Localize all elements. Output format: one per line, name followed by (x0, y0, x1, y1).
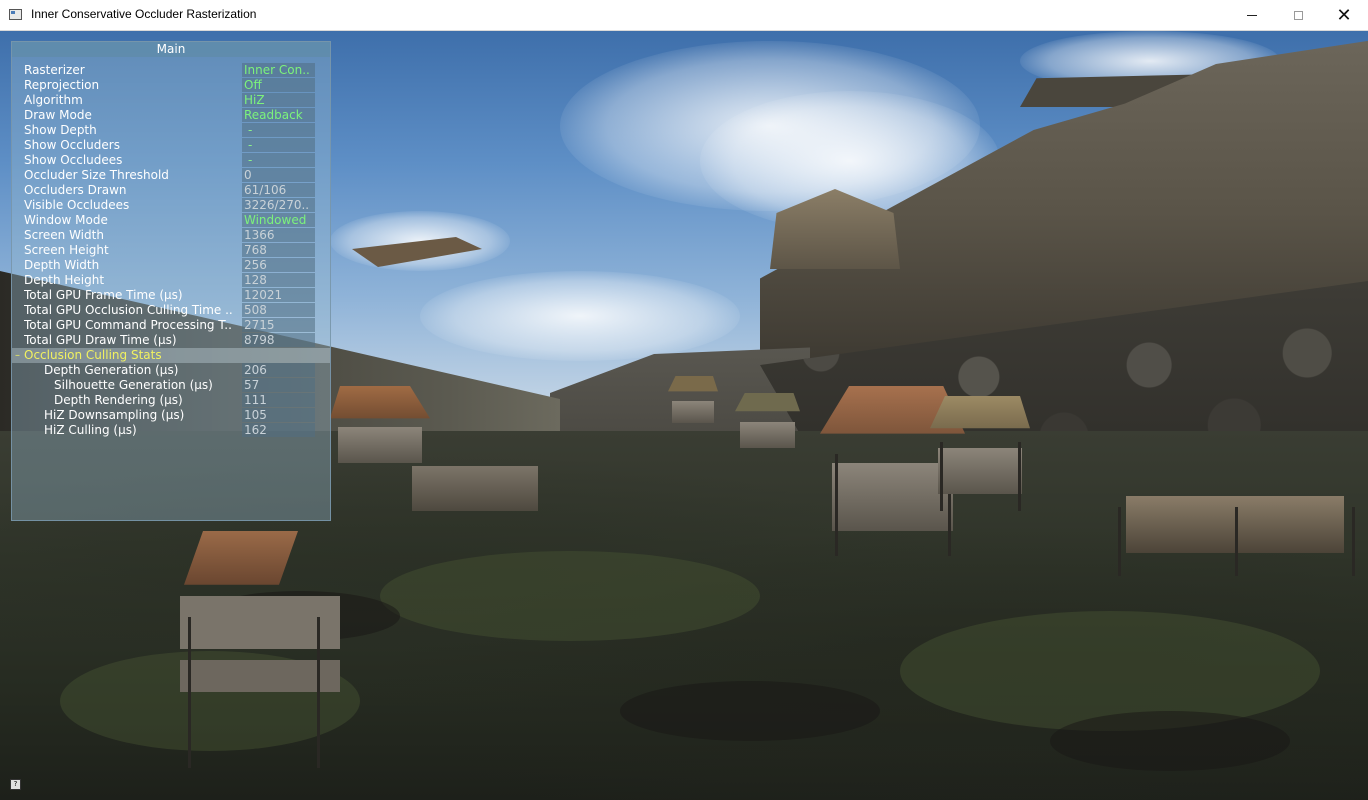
stat-label: Visible Occludees (24, 198, 130, 212)
stat-value: 206 (242, 363, 315, 377)
occlusion-culling-stats-group[interactable]: – Occlusion Culling Stats (12, 348, 330, 363)
stat-row-gpu-frame-time: Total GPU Frame Time (µs) 12021 (12, 288, 330, 303)
maximize-button[interactable] (1275, 0, 1321, 30)
stat-label: Depth Rendering (µs) (54, 393, 183, 407)
stat-value: 111 (242, 393, 315, 407)
stat-label: Total GPU Frame Time (µs) (24, 288, 183, 302)
setting-row-occluder-size-threshold[interactable]: Occluder Size Threshold 0 (12, 168, 330, 183)
window-title: Inner Conservative Occluder Rasterizatio… (31, 7, 257, 21)
setting-value[interactable]: Off (242, 78, 315, 92)
settings-panel[interactable]: Main Rasterizer Inner Con.. Reprojection O… (11, 41, 331, 521)
stat-row-screen-width: Screen Width 1366 (12, 228, 330, 243)
setting-label: Show Occludees (24, 153, 123, 167)
title-bar: Inner Conservative Occluder Rasterizatio… (0, 0, 1368, 31)
stat-label: Total GPU Occlusion Culling Time .. (24, 303, 233, 317)
checkbox-show-depth[interactable]: - (242, 123, 315, 137)
setting-label: Reprojection (24, 78, 100, 92)
stat-label: Depth Height (24, 273, 105, 287)
maximize-icon (1293, 10, 1303, 20)
setting-label: Draw Mode (24, 108, 92, 122)
stat-value: 1366 (242, 228, 315, 242)
stat-row-hiz-culling: HiZ Culling (µs) 162 (12, 423, 330, 438)
stat-label: Depth Generation (µs) (44, 363, 179, 377)
stat-value: 508 (242, 303, 315, 317)
stat-value: 12021 (242, 288, 315, 302)
market-stall (165, 531, 355, 768)
setting-value[interactable]: 0 (242, 168, 315, 182)
stat-value: 128 (242, 273, 315, 287)
setting-row-draw-mode[interactable]: Draw Mode Readback (12, 108, 330, 123)
setting-label: Window Mode (24, 213, 108, 227)
minimize-button[interactable] (1229, 0, 1275, 30)
stat-row-screen-height: Screen Height 768 (12, 243, 330, 258)
settings-list: Rasterizer Inner Con.. Reprojection Off Al… (12, 63, 330, 438)
market-stall (735, 393, 800, 458)
setting-row-rasterizer[interactable]: Rasterizer Inner Con.. (12, 63, 330, 78)
setting-value[interactable]: Readback (242, 108, 315, 122)
setting-value[interactable]: Inner Con.. (242, 63, 315, 77)
stat-label: Screen Width (24, 228, 104, 242)
setting-label: Show Occluders (24, 138, 120, 152)
stat-row-visible-occludees: Visible Occludees 3226/270.. (12, 198, 330, 213)
panel-title[interactable]: Main (12, 42, 330, 57)
minimize-icon (1247, 14, 1257, 16)
stat-row-depth-width: Depth Width 256 (12, 258, 330, 273)
stat-label: Depth Width (24, 258, 100, 272)
setting-row-algorithm[interactable]: Algorithm HiZ (12, 93, 330, 108)
stat-value: 162 (242, 423, 315, 437)
setting-value[interactable]: HiZ (242, 93, 315, 107)
setting-value[interactable]: Windowed (242, 213, 315, 227)
stat-row-depth-height: Depth Height 128 (12, 273, 330, 288)
stat-value: 3226/270.. (242, 198, 315, 212)
close-icon: ✕ (1336, 5, 1352, 25)
close-button[interactable]: ✕ (1321, 0, 1367, 30)
setting-label: Algorithm (24, 93, 83, 107)
stat-value: 61/106 (242, 183, 315, 197)
stat-row-gpu-command-processing-time: Total GPU Command Processing T.. 2715 (12, 318, 330, 333)
stat-value: 2715 (242, 318, 315, 332)
setting-row-show-depth[interactable]: Show Depth - (12, 123, 330, 138)
stat-row-depth-rendering: Depth Rendering (µs) 111 (12, 393, 330, 408)
market-stall (1105, 461, 1365, 576)
stat-label: HiZ Culling (µs) (44, 423, 137, 437)
stat-row-silhouette-generation: Silhouette Generation (µs) 57 (12, 378, 330, 393)
stat-label: Screen Height (24, 243, 109, 257)
stat-label: HiZ Downsampling (µs) (44, 408, 185, 422)
stat-value: 8798 (242, 333, 315, 347)
stat-value: 768 (242, 243, 315, 257)
stat-label: Total GPU Command Processing T.. (24, 318, 232, 332)
setting-row-show-occludees[interactable]: Show Occludees - (12, 153, 330, 168)
market-stall (930, 396, 1030, 511)
setting-row-reprojection[interactable]: Reprojection Off (12, 78, 330, 93)
group-label: Occlusion Culling Stats (24, 348, 162, 362)
checkbox-show-occluders[interactable]: - (242, 138, 315, 152)
setting-label: Occluder Size Threshold (24, 168, 169, 182)
stat-row-gpu-occlusion-culling-time: Total GPU Occlusion Culling Time .. 508 (12, 303, 330, 318)
stat-value: 105 (242, 408, 315, 422)
app-icon[interactable] (9, 9, 22, 20)
market-stall (668, 376, 718, 431)
stat-row-occluders-drawn: Occluders Drawn 61/106 (12, 183, 330, 198)
setting-row-show-occluders[interactable]: Show Occluders - (12, 138, 330, 153)
stat-label: Total GPU Draw Time (µs) (24, 333, 177, 347)
setting-row-window-mode[interactable]: Window Mode Windowed (12, 213, 330, 228)
setting-label: Show Depth (24, 123, 97, 137)
stat-value: 57 (242, 378, 315, 392)
stat-row-depth-generation: Depth Generation (µs) 206 (12, 363, 330, 378)
stat-row-gpu-draw-time: Total GPU Draw Time (µs) 8798 (12, 333, 330, 348)
stat-value: 256 (242, 258, 315, 272)
checkbox-show-occludees[interactable]: - (242, 153, 315, 167)
market-cart (400, 451, 550, 526)
help-icon[interactable]: ? (10, 779, 21, 790)
stat-label: Occluders Drawn (24, 183, 127, 197)
stat-label: Silhouette Generation (µs) (54, 378, 213, 392)
setting-label: Rasterizer (24, 63, 85, 77)
stat-row-hiz-downsampling: HiZ Downsampling (µs) 105 (12, 408, 330, 423)
collapse-arrow-icon[interactable]: – (15, 348, 20, 363)
